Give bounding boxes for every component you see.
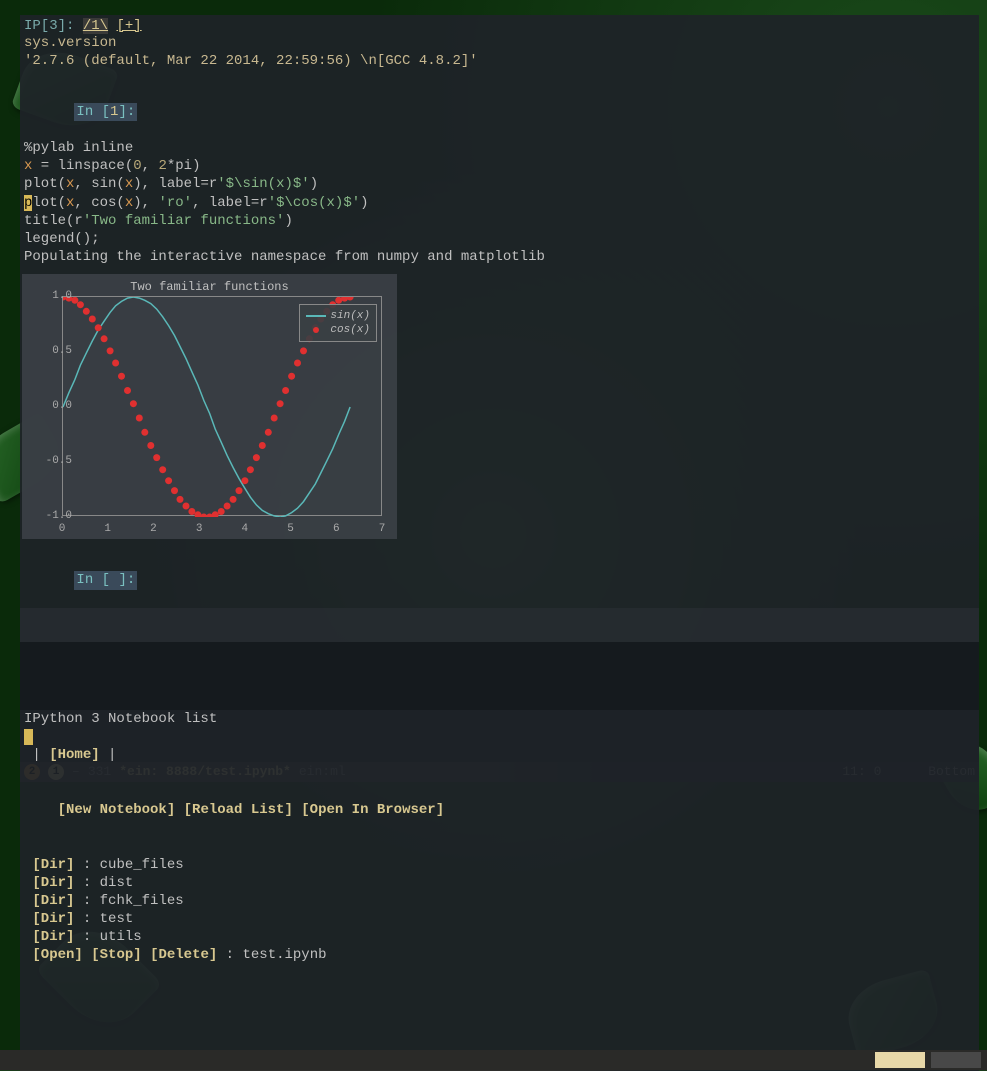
input-prompt: In [1]: xyxy=(74,103,137,121)
dir-link[interactable]: [Dir] xyxy=(32,857,74,873)
ytick-label: 1.0 xyxy=(52,290,72,302)
xtick-label: 7 xyxy=(379,523,386,535)
home-link[interactable]: [Home] xyxy=(49,747,99,763)
legend-label: cos(x) xyxy=(330,324,370,336)
code-line[interactable]: x = linspace(0, 2*pi) xyxy=(24,157,975,175)
reload-list-button[interactable]: [Reload List] xyxy=(184,802,293,818)
legend-item: sin(x) xyxy=(306,310,370,322)
taskbar-item[interactable] xyxy=(875,1052,925,1068)
code-line[interactable]: plot(x, cos(x), 'ro', label=r'$\cos(x)$'… xyxy=(24,194,975,212)
dir-link[interactable]: [Dir] xyxy=(32,875,74,891)
tab-active[interactable]: /1\ xyxy=(83,18,108,34)
output-text: Populating the interactive namespace fro… xyxy=(24,248,975,266)
ytick-label: -0.5 xyxy=(46,455,72,467)
editor-pane[interactable]: IP[3]: /1\ [+] sys.version '2.7.6 (defau… xyxy=(20,15,979,782)
cursor: p xyxy=(24,195,32,211)
dir-name[interactable]: cube_files xyxy=(100,857,184,873)
ytick-label: -1.0 xyxy=(46,510,72,522)
input-prompt: In [ ]: xyxy=(74,571,137,589)
taskbar-item[interactable] xyxy=(931,1052,981,1068)
ytick-label: 0.5 xyxy=(52,345,72,357)
list-item: [Dir] : utils xyxy=(20,928,979,946)
notebooklist-title: IPython 3 Notebook list xyxy=(20,710,979,728)
legend-dot-icon xyxy=(313,327,319,333)
chart-title: Two familiar functions xyxy=(22,280,397,294)
xtick-label: 0 xyxy=(59,523,66,535)
code-line: sys.version xyxy=(24,34,975,52)
new-notebook-button[interactable]: [New Notebook] xyxy=(58,802,176,818)
xtick-label: 3 xyxy=(196,523,203,535)
legend-line-icon xyxy=(306,315,326,317)
tab-bar: IP[3]: /1\ [+] xyxy=(20,15,979,34)
list-item: [Dir] : test xyxy=(20,910,979,928)
cursor xyxy=(24,729,33,745)
breadcrumb: | [Home] | xyxy=(20,746,979,764)
taskbar xyxy=(0,1050,987,1070)
code-line[interactable]: %pylab inline xyxy=(24,139,975,157)
list-item: [Dir] : cube_files xyxy=(20,856,979,874)
dir-link[interactable]: [Dir] xyxy=(32,893,74,909)
cell-2[interactable]: In [ ]: xyxy=(20,553,979,608)
list-item: [Dir] : fchk_files xyxy=(20,892,979,910)
xtick-label: 4 xyxy=(242,523,249,535)
code-line[interactable]: title(r'Two familiar functions') xyxy=(24,212,975,230)
xtick-label: 6 xyxy=(333,523,340,535)
kernel-label: IP[3]: xyxy=(24,18,74,34)
dir-name[interactable]: fchk_files xyxy=(100,893,184,909)
open-in-browser-button[interactable]: [Open In Browser] xyxy=(301,802,444,818)
list-item: [Open] [Stop] [Delete] : test.ipynb xyxy=(20,946,979,964)
ytick-label: 0.0 xyxy=(52,400,72,412)
xtick-label: 1 xyxy=(104,523,111,535)
chart-output: Two familiar functions sin(x) cos(x) -1.… xyxy=(22,274,397,539)
legend-label: sin(x) xyxy=(330,310,370,322)
empty-cell-body[interactable] xyxy=(20,608,979,642)
xtick-label: 2 xyxy=(150,523,157,535)
tab-add-button[interactable]: [+] xyxy=(116,18,141,34)
dir-name[interactable]: utils xyxy=(100,929,142,945)
legend: sin(x) cos(x) xyxy=(299,304,377,342)
delete-button[interactable]: [Delete] xyxy=(150,947,217,963)
cell-1[interactable]: In [1]: %pylab inline x = linspace(0, 2*… xyxy=(20,84,979,266)
code-line[interactable]: plot(x, sin(x), label=r'$\sin(x)$') xyxy=(24,175,975,193)
xtick-label: 5 xyxy=(287,523,294,535)
dir-link[interactable]: [Dir] xyxy=(32,929,74,945)
notebooklist-pane[interactable]: IPython 3 Notebook list | [Home] | [New … xyxy=(20,710,979,1071)
cell-output-0: sys.version '2.7.6 (default, Mar 22 2014… xyxy=(20,34,979,70)
dir-link[interactable]: [Dir] xyxy=(32,911,74,927)
stop-button[interactable]: [Stop] xyxy=(91,947,141,963)
list-item: [Dir] : dist xyxy=(20,874,979,892)
code-line[interactable]: legend(); xyxy=(24,230,975,248)
notebook-name[interactable]: test.ipynb xyxy=(243,947,327,963)
dir-name[interactable]: test xyxy=(100,911,134,927)
legend-item: cos(x) xyxy=(306,324,370,336)
dir-name[interactable]: dist xyxy=(100,875,134,891)
output-text: '2.7.6 (default, Mar 22 2014, 22:59:56) … xyxy=(24,52,975,70)
open-button[interactable]: [Open] xyxy=(32,947,82,963)
